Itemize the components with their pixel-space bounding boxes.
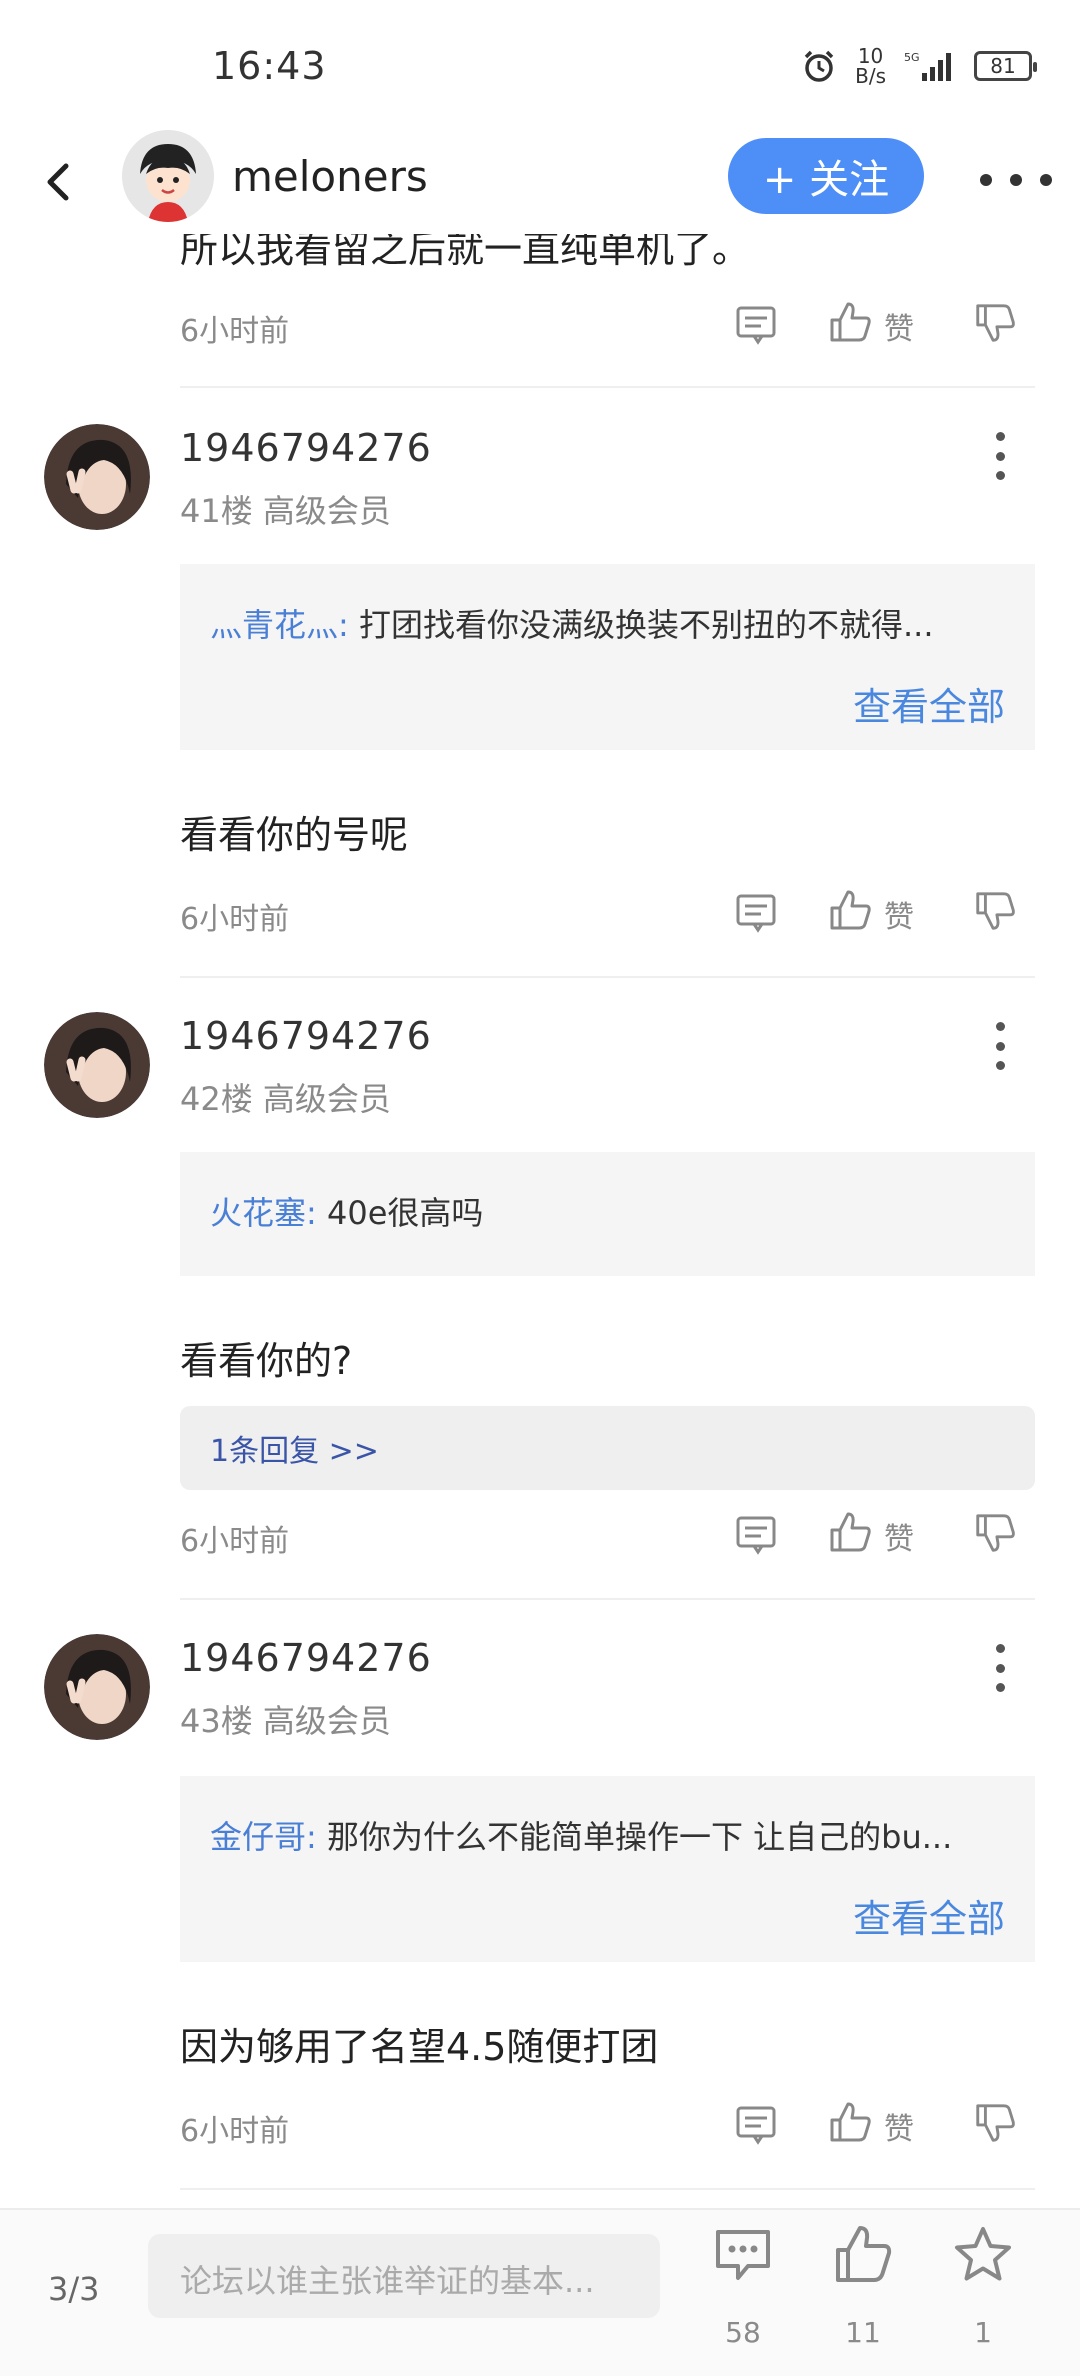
author-name[interactable]: meloners xyxy=(232,152,428,201)
photo-avatar-icon xyxy=(44,424,150,530)
svg-text:5G: 5G xyxy=(904,51,920,64)
comment-username[interactable]: 1946794276 xyxy=(180,426,432,470)
comment-icon[interactable] xyxy=(734,1512,778,1556)
more-vertical-icon[interactable] xyxy=(982,426,1018,486)
battery-indicator: 81 xyxy=(974,51,1037,81)
view-all-link[interactable]: 查看全部 xyxy=(853,1888,1005,1943)
post-time: 6小时前 xyxy=(180,902,290,937)
like-label[interactable]: 赞 xyxy=(884,892,914,936)
more-options-icon[interactable] xyxy=(980,160,1052,200)
comment-content: 因为够用了名望4.5随便打团 xyxy=(180,2025,659,2069)
thread-header: meloners + 关注 xyxy=(0,130,1080,234)
dislike-icon[interactable] xyxy=(972,888,1018,934)
comment-icon[interactable] xyxy=(734,890,778,934)
net-speed: 10 B/s xyxy=(855,44,886,88)
divider xyxy=(180,2188,1035,2190)
follow-button[interactable]: + 关注 xyxy=(728,138,924,214)
comments-button[interactable]: 58 xyxy=(698,2224,788,2354)
like-icon[interactable] xyxy=(826,298,874,346)
dislike-icon[interactable] xyxy=(972,1510,1018,1556)
post-time: 6小时前 xyxy=(180,314,290,349)
post-meta: 6小时前 赞 xyxy=(0,296,1080,356)
dislike-icon[interactable] xyxy=(972,2100,1018,2146)
user-avatar[interactable] xyxy=(44,1634,150,1740)
favorite-button[interactable]: 1 xyxy=(938,2224,1028,2354)
replies-link[interactable]: 1条回复 >> xyxy=(180,1406,1035,1490)
back-icon[interactable] xyxy=(30,152,90,212)
post-time: 6小时前 xyxy=(180,2114,290,2149)
comment-username[interactable]: 1946794276 xyxy=(180,1014,432,1058)
floor-rank: 41楼 高级会员 xyxy=(180,492,391,530)
photo-avatar-icon xyxy=(44,1634,150,1740)
status-time: 16:43 xyxy=(212,44,327,88)
dislike-icon[interactable] xyxy=(972,300,1018,346)
divider xyxy=(180,1598,1035,1600)
like-thread-button[interactable]: 11 xyxy=(818,2224,908,2354)
cartoon-avatar-icon xyxy=(122,130,214,222)
quoted-reply[interactable]: 火花塞: 40e很高吗 xyxy=(180,1152,1035,1276)
status-icons: 10 B/s 5G 81 xyxy=(801,44,1037,88)
reply-input[interactable]: 论坛以谁主张谁举证的基本... xyxy=(148,2234,660,2318)
likes-count: 11 xyxy=(845,2316,881,2349)
like-icon[interactable] xyxy=(826,2098,874,2146)
user-avatar[interactable] xyxy=(44,1012,150,1118)
quoted-reply[interactable]: 灬青花灬: 打团找看你没满级换装不别扭的不就得... 查看全部 xyxy=(180,564,1035,750)
post-meta: 6小时前 赞 xyxy=(0,884,1080,944)
comment-bubble-icon xyxy=(716,2230,770,2280)
like-label[interactable]: 赞 xyxy=(884,1514,914,1558)
post-time: 6小时前 xyxy=(180,1524,290,1559)
comments-count: 58 xyxy=(725,2316,761,2349)
divider xyxy=(180,976,1035,978)
alarm-icon xyxy=(804,50,834,82)
like-label[interactable]: 赞 xyxy=(884,304,914,348)
comment-content: 看看你的? xyxy=(180,1339,353,1383)
quote-line: 金仔哥: 那你为什么不能简单操作一下 让自己的bu... xyxy=(210,1818,953,1856)
status-bar: 16:43 10 B/s 5G 81 xyxy=(0,0,1080,130)
comment-icon[interactable] xyxy=(734,2102,778,2146)
favorites-count: 1 xyxy=(974,2316,992,2349)
quote-line: 灬青花灬: 打团找看你没满级换装不别扭的不就得... xyxy=(210,606,934,644)
bottom-action-bar: 3/3 论坛以谁主张谁举证的基本... 58 11 1 xyxy=(0,2208,1080,2376)
floor-rank: 42楼 高级会员 xyxy=(180,1080,391,1118)
comment-content: 看看你的号呢 xyxy=(180,813,409,857)
quoted-reply[interactable]: 金仔哥: 那你为什么不能简单操作一下 让自己的bu... 查看全部 xyxy=(180,1776,1035,1962)
star-icon xyxy=(955,2227,1011,2281)
post-meta: 6小时前 赞 xyxy=(0,2096,1080,2156)
thumbs-up-icon xyxy=(836,2226,892,2282)
floor-rank: 43楼 高级会员 xyxy=(180,1702,391,1740)
view-all-link[interactable]: 查看全部 xyxy=(853,676,1005,731)
like-label[interactable]: 赞 xyxy=(884,2104,914,2148)
page-indicator[interactable]: 3/3 xyxy=(48,2270,100,2308)
signal-icon: 5G xyxy=(904,51,951,81)
user-avatar[interactable] xyxy=(44,424,150,530)
comment-username[interactable]: 1946794276 xyxy=(180,1636,432,1680)
like-icon[interactable] xyxy=(826,886,874,934)
more-vertical-icon[interactable] xyxy=(982,1016,1018,1076)
like-icon[interactable] xyxy=(826,1508,874,1556)
divider xyxy=(180,386,1035,388)
more-vertical-icon[interactable] xyxy=(982,1638,1018,1698)
photo-avatar-icon xyxy=(44,1012,150,1118)
quote-line: 火花塞: 40e很高吗 xyxy=(210,1194,484,1232)
comment-icon[interactable] xyxy=(734,302,778,346)
author-avatar[interactable] xyxy=(122,130,214,222)
post-meta: 6小时前 赞 xyxy=(0,1506,1080,1566)
